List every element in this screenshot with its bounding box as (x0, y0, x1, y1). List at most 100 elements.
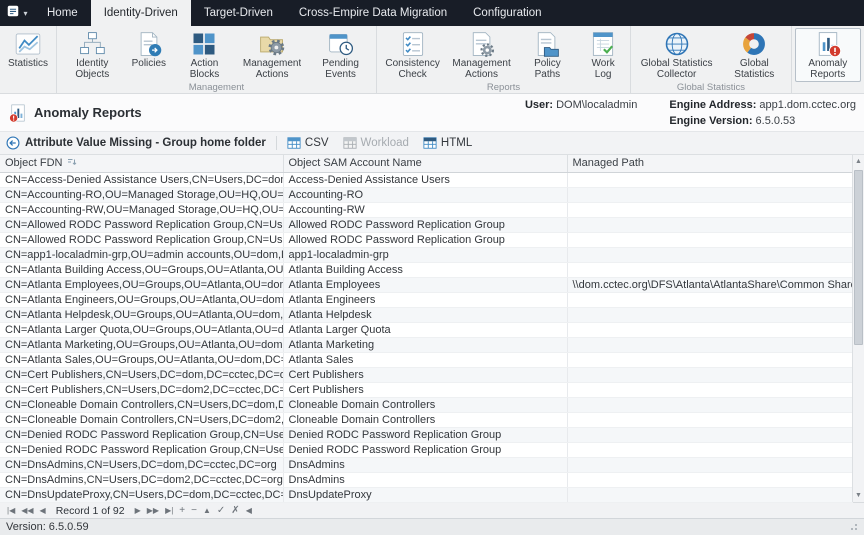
scrollbar-thumb[interactable] (854, 170, 863, 345)
next-page-button[interactable]: ▶▶ (144, 504, 162, 518)
action-blocks-button[interactable]: Action Blocks (173, 28, 236, 82)
column-header-managed-path[interactable]: Managed Path (567, 155, 852, 172)
cell-path (567, 247, 852, 262)
table-row[interactable]: CN=DnsUpdateProxy,CN=Users,DC=dom,DC=cct… (0, 487, 852, 502)
cell-path (567, 382, 852, 397)
tab-label: Target-Driven (204, 7, 273, 19)
management-actions-report-button[interactable]: Management Actions (447, 28, 515, 82)
tab-identity-driven[interactable]: Identity-Driven (91, 0, 191, 26)
table-row[interactable]: CN=Cloneable Domain Controllers,CN=Users… (0, 412, 852, 427)
cell-path (567, 172, 852, 187)
ribbon-button-label: Policies (132, 58, 166, 80)
table-row[interactable]: CN=Allowed RODC Password Replication Gro… (0, 217, 852, 232)
next-record-button[interactable]: ▶ (132, 504, 144, 518)
tab-home[interactable]: Home (34, 0, 91, 26)
table-row[interactable]: CN=Denied RODC Password Replication Grou… (0, 427, 852, 442)
cancel-edit-button[interactable]: ✗ (228, 504, 242, 518)
consistency-check-button[interactable]: Consistency Check (380, 28, 446, 82)
work-log-button[interactable]: Work Log (579, 28, 627, 82)
delete-record-button[interactable]: − (188, 504, 200, 518)
page-header: Anomaly Reports User:DOM\localadmin Engi… (0, 94, 864, 132)
anomaly-reports-button[interactable]: Anomaly Reports (795, 28, 861, 82)
cell-path (567, 202, 852, 217)
prev-record-button[interactable]: ◀ (37, 504, 49, 518)
engine-version-label: Engine Version: (669, 115, 752, 127)
cell-path (567, 187, 852, 202)
column-header-object-sam-account-name[interactable]: Object SAM Account Name (283, 155, 567, 172)
cell-fdn: CN=Atlanta Marketing,OU=Groups,OU=Atlant… (0, 337, 283, 352)
table-row[interactable]: CN=Cert Publishers,CN=Users,DC=dom2,DC=c… (0, 382, 852, 397)
table-row[interactable]: CN=Accounting-RW,OU=Managed Storage,OU=H… (0, 202, 852, 217)
cell-fdn: CN=Atlanta Engineers,OU=Groups,OU=Atlant… (0, 292, 283, 307)
table-row[interactable]: CN=Atlanta Building Access,OU=Groups,OU=… (0, 262, 852, 277)
vertical-scrollbar[interactable]: ▲ ▼ (852, 155, 864, 502)
blocks-icon (190, 30, 218, 58)
cell-fdn: CN=DnsAdmins,CN=Users,DC=dom,DC=cctec,DC… (0, 457, 283, 472)
table-row[interactable]: CN=Atlanta Employees,OU=Groups,OU=Atlant… (0, 277, 852, 292)
pending-events-button[interactable]: Pending Events (308, 28, 373, 82)
csv-button-label: CSV (305, 137, 329, 149)
prev-page-button[interactable]: ◀◀ (18, 504, 36, 518)
scroll-down-icon[interactable]: ▼ (853, 489, 864, 502)
table-row[interactable]: CN=app1-localadmin-grp,OU=admin accounts… (0, 247, 852, 262)
cell-sam: Accounting-RO (283, 187, 567, 202)
table-row[interactable]: CN=DnsAdmins,CN=Users,DC=dom2,DC=cctec,D… (0, 472, 852, 487)
ribbon-group-label (794, 82, 862, 93)
csv-export-button[interactable]: CSV (287, 136, 329, 150)
cell-fdn: CN=Cert Publishers,CN=Users,DC=dom2,DC=c… (0, 382, 283, 397)
calendar-clock-icon (327, 30, 355, 58)
cell-path (567, 217, 852, 232)
table-row[interactable]: CN=DnsAdmins,CN=Users,DC=dom,DC=cctec,DC… (0, 457, 852, 472)
table-row[interactable]: CN=Cert Publishers,CN=Users,DC=dom,DC=cc… (0, 367, 852, 382)
append-record-button[interactable]: + (176, 504, 188, 518)
post-edit-button[interactable]: ✓ (214, 504, 228, 518)
table-row[interactable]: CN=Cloneable Domain Controllers,CN=Users… (0, 397, 852, 412)
collapse-navigator-button[interactable]: ◀ (243, 504, 255, 518)
table-row[interactable]: CN=Access-Denied Assistance Users,CN=Use… (0, 172, 852, 187)
table-row[interactable]: CN=Atlanta Helpdesk,OU=Groups,OU=Atlanta… (0, 307, 852, 322)
table-row[interactable]: CN=Denied RODC Password Replication Grou… (0, 442, 852, 457)
identity-objects-button[interactable]: Identity Objects (60, 28, 125, 82)
table-row[interactable]: CN=Accounting-RO,OU=Managed Storage,OU=H… (0, 187, 852, 202)
status-bar: Version: 6.5.0.59 (0, 518, 864, 535)
table-row[interactable]: CN=Atlanta Marketing,OU=Groups,OU=Atlant… (0, 337, 852, 352)
global-statistics-collector-button[interactable]: Global Statistics Collector (634, 28, 719, 82)
document-gear-icon (468, 30, 496, 58)
table-row[interactable]: CN=Allowed RODC Password Replication Gro… (0, 232, 852, 247)
last-record-button[interactable]: ▶| (162, 504, 176, 518)
cell-sam: Atlanta Sales (283, 352, 567, 367)
app-menu-button[interactable]: ▾ (0, 0, 34, 26)
ribbon-group-label: Management (59, 82, 374, 93)
policy-paths-button[interactable]: Policy Paths (518, 28, 577, 82)
column-header-label: Object SAM Account Name (289, 157, 422, 169)
policies-button[interactable]: Policies (127, 28, 171, 82)
tab-cross-empire-data-migration[interactable]: Cross-Empire Data Migration (286, 0, 460, 26)
global-statistics-button[interactable]: Global Statistics (721, 28, 788, 82)
table-body: CN=Access-Denied Assistance Users,CN=Use… (0, 172, 852, 502)
tab-target-driven[interactable]: Target-Driven (191, 0, 286, 26)
management-actions-button[interactable]: Management Actions (238, 28, 306, 82)
workload-export-button[interactable]: Workload (343, 136, 409, 150)
back-button[interactable]: Attribute Value Missing - Group home fol… (6, 136, 266, 150)
tab-configuration[interactable]: Configuration (460, 0, 554, 26)
scroll-up-icon[interactable]: ▲ (853, 155, 864, 168)
ribbon-button-label: Policy Paths (523, 58, 572, 80)
cell-sam: Denied RODC Password Replication Group (283, 442, 567, 457)
anomaly-report-icon (814, 30, 842, 58)
table-row[interactable]: CN=Atlanta Larger Quota,OU=Groups,OU=Atl… (0, 322, 852, 337)
engine-version-value: 6.5.0.53 (756, 115, 796, 127)
cell-fdn: CN=Atlanta Employees,OU=Groups,OU=Atlant… (0, 277, 283, 292)
ribbon-button-label: Global Statistics (726, 58, 783, 80)
resize-grip-icon[interactable] (848, 521, 858, 534)
statistics-button[interactable]: Statistics (3, 28, 53, 82)
first-record-button[interactable]: |◀ (4, 504, 18, 518)
table-row[interactable]: CN=Atlanta Engineers,OU=Groups,OU=Atlant… (0, 292, 852, 307)
edit-record-button[interactable]: ▲ (200, 504, 214, 518)
tab-label: Identity-Driven (104, 7, 178, 19)
cell-fdn: CN=DnsUpdateProxy,CN=Users,DC=dom,DC=cct… (0, 487, 283, 502)
cell-path (567, 262, 852, 277)
record-navigator: |◀ ◀◀ ◀ Record 1 of 92 ▶ ▶▶ ▶| + − ▲ ✓ ✗… (0, 502, 864, 518)
column-header-object-fdn[interactable]: Object FDN (0, 155, 283, 172)
table-row[interactable]: CN=Atlanta Sales,OU=Groups,OU=Atlanta,OU… (0, 352, 852, 367)
html-export-button[interactable]: HTML (423, 136, 472, 150)
